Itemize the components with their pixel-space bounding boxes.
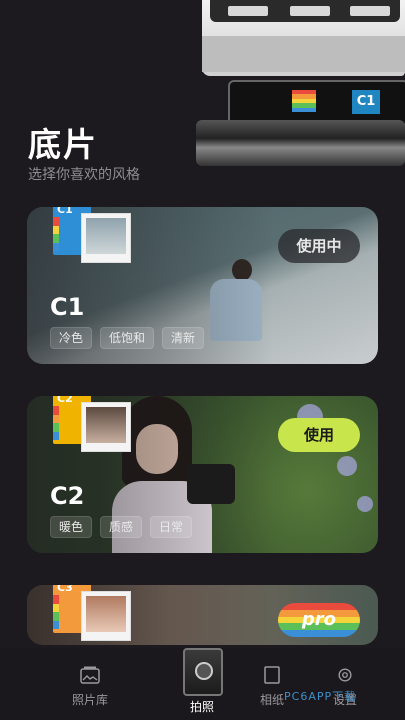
- tag-chip: 质感: [100, 516, 143, 538]
- film-box-label: C3: [57, 585, 73, 594]
- sample-photo: [81, 402, 131, 452]
- film-slot-tag: C1: [352, 90, 380, 114]
- film-card-c1[interactable]: C1 使用中 C1 冷色 低饱和 清新: [27, 207, 378, 364]
- sample-photo: [81, 591, 131, 641]
- tag-chip: 冷色: [50, 327, 93, 349]
- tag-chip: 低饱和: [100, 327, 155, 349]
- rainbow-stripe-icon: [292, 90, 316, 113]
- film-box-label: C1: [57, 207, 73, 216]
- tag-chip: 暖色: [50, 516, 93, 538]
- film-card-c2[interactable]: C2 使用 C2 暖色 质感 日常: [27, 396, 378, 553]
- tab-camera[interactable]: 拍照: [183, 648, 223, 715]
- watermark: PC6APP下载: [284, 690, 357, 703]
- film-box-label: C2: [57, 396, 73, 405]
- camera-panel: [202, 36, 405, 72]
- tab-label: 拍照: [189, 700, 214, 714]
- pro-label: pro: [301, 609, 337, 630]
- in-use-button[interactable]: 使用中: [278, 229, 360, 263]
- film-tags: 暖色 质感 日常: [50, 516, 193, 538]
- film-tags: 冷色 低饱和 清新: [50, 327, 205, 349]
- pro-button[interactable]: pro: [278, 603, 360, 637]
- camera-icon: [183, 648, 223, 696]
- film-name: C2: [50, 482, 85, 510]
- photo-paper-icon: [264, 666, 280, 684]
- photo-library-icon: [80, 666, 100, 684]
- tab-photo-library[interactable]: 照片库: [50, 666, 130, 708]
- film-name: C1: [50, 293, 85, 321]
- bottom-tab-bar: 照片库 拍照 相纸 设置: [0, 648, 405, 720]
- tag-chip: 清新: [162, 327, 205, 349]
- use-button[interactable]: 使用: [278, 418, 360, 452]
- tab-label: 照片库: [71, 693, 108, 707]
- camera-illustration: C1: [196, 0, 405, 170]
- page-subtitle: 选择你喜欢的风格: [28, 167, 140, 183]
- page-title: 底片: [28, 125, 98, 164]
- camera-top: [210, 0, 400, 22]
- camera-roller: [196, 120, 405, 166]
- film-card-c3[interactable]: C3 pro: [27, 585, 378, 645]
- sample-photo: [81, 213, 131, 263]
- gear-icon: [338, 668, 352, 682]
- tag-chip: 日常: [150, 516, 193, 538]
